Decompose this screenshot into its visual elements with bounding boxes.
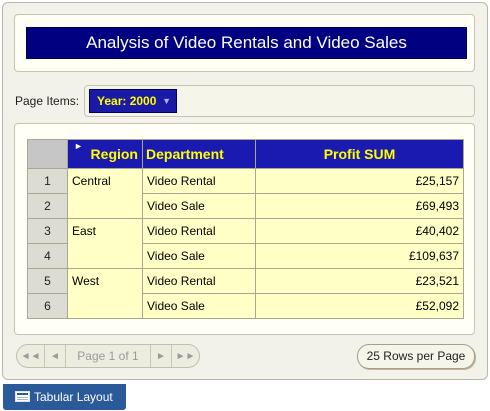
table-icon [15,391,30,402]
tabular-layout-tab[interactable]: Tabular Layout [3,384,126,410]
region-header[interactable]: ► Region [67,139,143,169]
row-number: 6 [27,293,68,319]
row-number: 5 [27,268,68,294]
table-panel: ► Region Department Profit SUM 1 Central… [14,123,475,335]
tabular-layout-label: Tabular Layout [34,390,113,404]
department-header[interactable]: Department [142,139,256,169]
row-number: 3 [27,218,68,244]
page-items-bar: Year: 2000 ▼ [84,85,475,117]
region-cell: East [67,218,143,269]
report-title: Analysis of Video Rentals and Video Sale… [26,27,467,59]
region-header-label: Region [90,146,138,162]
profit-cell: £52,092 [255,293,464,319]
profit-cell: £69,493 [255,193,464,219]
department-cell: Video Sale [142,293,256,319]
corner-cell [27,139,68,169]
sort-indicator-icon: ► [74,141,83,151]
department-cell: Video Sale [142,193,256,219]
prev-page-button[interactable]: ◄ [45,345,66,367]
year-select-value: Year: 2000 [97,94,157,108]
row-number: 1 [27,168,68,194]
row-number: 4 [27,243,68,269]
profit-cell: £40,402 [255,218,464,244]
rows-per-page-button[interactable]: 25 Rows per Page [357,344,475,369]
pager: ◄◄ ◄ Page 1 of 1 ► ►► [16,344,200,368]
department-cell: Video Sale [142,243,256,269]
table-row: 3 East Video Rental £40,402 [27,218,464,269]
profit-cell: £109,637 [255,243,464,269]
page-items-label: Page Items: [15,94,80,108]
department-cell: Video Rental [142,218,256,244]
profit-cell: £25,157 [255,168,464,194]
table-row: 5 West Video Rental £23,521 [27,268,464,319]
prev-page-icon: ◄ [50,350,60,362]
page-indicator: Page 1 of 1 [77,349,139,363]
region-cell: West [67,268,143,319]
data-table: ► Region Department Profit SUM 1 Central… [27,139,464,319]
profit-header[interactable]: Profit SUM [255,139,464,169]
profit-cell: £23,521 [255,268,464,294]
table-row: 1 Central Video Rental £25,157 [27,168,464,219]
year-select[interactable]: Year: 2000 ▼ [89,89,177,113]
header-row: ► Region Department Profit SUM [27,139,464,169]
region-cell: Central [67,168,143,219]
chevron-down-icon: ▼ [162,96,171,106]
next-page-icon: ► [156,350,166,362]
next-page-button[interactable]: ► [150,345,171,367]
last-page-button[interactable]: ►► [171,345,199,367]
first-page-button[interactable]: ◄◄ [17,345,45,367]
department-cell: Video Rental [142,268,256,294]
row-number: 2 [27,193,68,219]
last-page-icon: ►► [175,350,196,362]
title-panel: Analysis of Video Rentals and Video Sale… [14,14,475,72]
first-page-icon: ◄◄ [20,350,41,362]
department-cell: Video Rental [142,168,256,194]
